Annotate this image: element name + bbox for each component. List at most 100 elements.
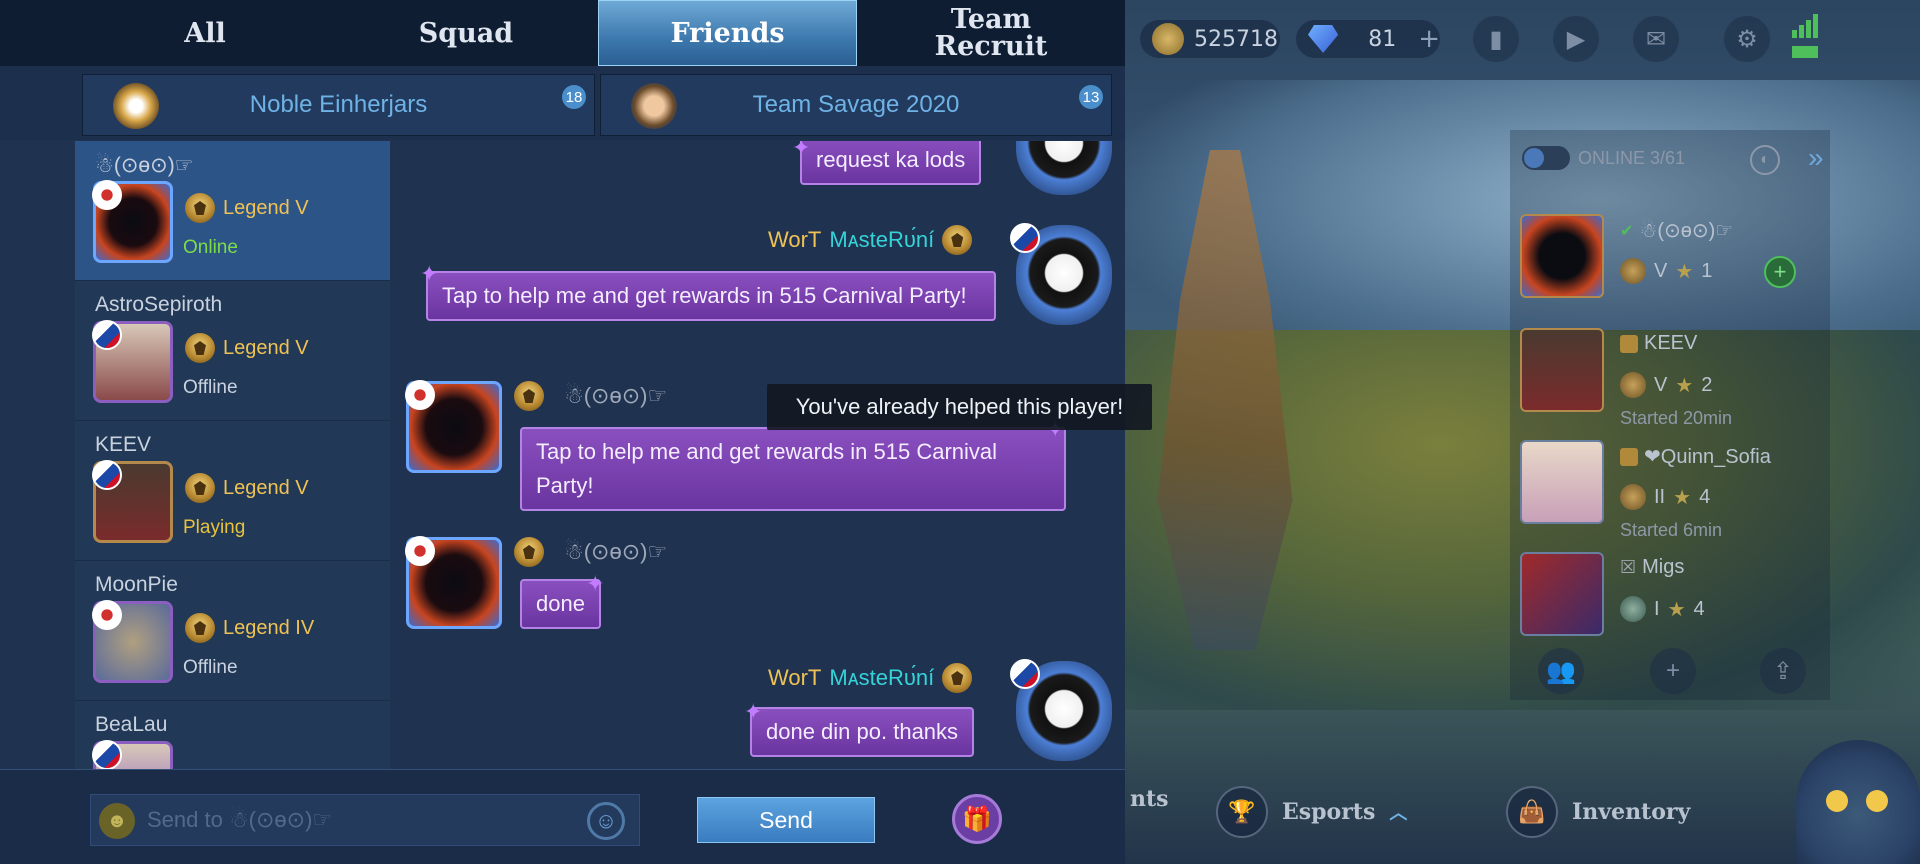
expand-icon[interactable]: » <box>1808 142 1824 174</box>
friend-list-item[interactable]: AstroSepiroth Legend V Offline <box>75 281 390 421</box>
unread-count: 18 <box>562 85 586 109</box>
message-sender: WorT MᴀsteRᴜ́ní <box>768 663 973 693</box>
rank-medal-icon <box>185 473 215 503</box>
tab-squad[interactable]: Squad <box>338 0 594 66</box>
philippines-flag-icon <box>92 740 122 769</box>
avatar <box>1520 552 1604 636</box>
friend-name: Migs <box>1642 556 1685 578</box>
add-diamond-icon[interactable]: + <box>1418 24 1440 54</box>
rank-medal-icon <box>185 613 215 643</box>
invite-button[interactable]: + <box>1764 256 1796 288</box>
team-emblem-icon <box>631 83 677 129</box>
sender-name-prefix: WorT <box>768 665 822 690</box>
sparkle-icon: ✦ <box>586 571 605 596</box>
chat-bubble[interactable]: Tap to help me and get rewards in 515 Ca… <box>520 427 1066 511</box>
unread-count: 13 <box>1079 85 1103 109</box>
mail-icon[interactable]: ✉ <box>1633 16 1679 62</box>
avatar <box>92 740 173 769</box>
friend-list-item[interactable]: BeaLau <box>75 701 390 769</box>
avatar <box>1520 440 1604 524</box>
korea-flag-icon <box>405 380 435 410</box>
rank-medal-icon <box>1620 484 1646 510</box>
tab-team-recruit[interactable]: Team Recruit <box>860 0 1122 66</box>
trophy-icon: 🏆 <box>1216 786 1268 838</box>
chat-messages: request ka lods ✦ WorT MᴀsteRᴜ́ní Tap t… <box>390 141 1125 769</box>
diamond-counter[interactable]: 81 + <box>1296 20 1440 58</box>
chat-bubble[interactable]: done din po. thanks <box>750 707 975 757</box>
friend-rank: Legend V <box>223 196 309 219</box>
chat-bubble[interactable]: Tap to help me and get rewards in 515 Ca… <box>426 271 996 321</box>
sparkle-icon: ✦ <box>420 261 439 286</box>
rank-medal-icon <box>942 225 973 255</box>
gear-icon[interactable]: ⚙ <box>1724 16 1770 62</box>
avatar <box>405 380 502 473</box>
share-icon[interactable]: ⇪ <box>1760 648 1806 694</box>
battery-icon <box>1792 46 1818 58</box>
avatar <box>1520 214 1604 298</box>
avatar <box>405 536 502 629</box>
gold-amount: 525718 <box>1194 26 1278 52</box>
group-tab-team-savage[interactable]: Team Savage 2020 13 <box>600 74 1112 136</box>
friend-status: Playing <box>183 517 246 538</box>
status-badge-icon <box>1620 334 1638 353</box>
sender-name-prefix: WorT <box>768 227 822 252</box>
avatar <box>1010 223 1112 325</box>
avatar <box>1016 141 1112 195</box>
philippines-flag-icon <box>92 460 122 490</box>
online-toggle[interactable] <box>1522 146 1570 170</box>
rank-medal-icon <box>1620 258 1646 284</box>
tab-friends[interactable]: Friends <box>598 0 857 66</box>
video-icon[interactable]: ▶ <box>1553 16 1599 62</box>
friend-rank: Legend V <box>223 476 309 499</box>
friend-list: ☃(⊙ɵ⊙)☞ Legend V Online AstroSepiroth Le… <box>75 141 390 769</box>
right-friend-item[interactable]: ❤Quinn_Sofia II ★ 4 Started 6min <box>1520 440 1820 546</box>
friend-stars: 4 <box>1693 597 1705 620</box>
online-check-icon: ✔ <box>1620 222 1634 240</box>
message-text: done din po. thanks <box>766 719 959 744</box>
send-button[interactable]: Send <box>697 797 875 843</box>
friend-list-item[interactable]: MoonPie Legend IV Offline <box>75 561 390 701</box>
sender-name-suffix: MᴀsteRᴜ́ní <box>829 665 935 690</box>
right-friend-item[interactable]: ☒ Migs I ★ 4 <box>1520 552 1820 658</box>
group-name: Team Savage 2020 <box>752 91 960 118</box>
add-friend-icon[interactable]: + <box>1650 648 1696 694</box>
sender-name: ☃(⊙ɵ⊙)☞ <box>564 383 668 408</box>
friend-list-item[interactable]: KEEV Legend V Playing <box>75 421 390 561</box>
chat-panel: All Squad Friends Team Recruit Noble Ein… <box>0 0 1125 864</box>
online-toggle-knob <box>1524 148 1544 168</box>
korea-flag-icon <box>92 600 122 630</box>
avatar <box>92 320 173 403</box>
chat-tabs: All Squad Friends Team Recruit <box>0 0 1125 66</box>
friend-stars: 1 <box>1701 259 1713 282</box>
tooltip: You've already helped this player! <box>767 384 1152 430</box>
group-tabs: Noble Einherjars 18 Team Savage 2020 13 <box>0 66 1125 140</box>
rank-medal-icon <box>942 663 973 693</box>
friend-stars: 4 <box>1699 485 1711 508</box>
nav-inventory[interactable]: 👜 Inventory <box>1506 786 1690 838</box>
right-friend-item[interactable]: KEEV V ★ 2 Started 20min <box>1520 328 1820 434</box>
friend-list-item[interactable]: ☃(⊙ɵ⊙)☞ Legend V Online <box>75 141 390 281</box>
avatar <box>92 460 173 543</box>
emoji-icon[interactable]: ☺ <box>587 802 625 840</box>
globe-icon[interactable]: ◐ <box>1750 145 1780 175</box>
friends-group-icon[interactable]: 👥 <box>1538 648 1584 694</box>
nav-esports[interactable]: 🏆 Esports ︿ <box>1216 786 1407 838</box>
avatar <box>1520 328 1604 412</box>
friend-name: ☃(⊙ɵ⊙)☞ <box>1639 220 1734 242</box>
gold-counter[interactable]: 525718 <box>1140 20 1280 58</box>
nav-label: Inventory <box>1572 799 1691 825</box>
signal-icon <box>1792 14 1818 38</box>
message-input[interactable]: ☻ Send to ☃(⊙ɵ⊙)☞ ☺ <box>90 794 640 846</box>
sender-name: ☃(⊙ɵ⊙)☞ <box>564 539 668 564</box>
chat-bubble[interactable]: request ka lods <box>800 141 982 185</box>
chat-input-bar: ☻ Send to ☃(⊙ɵ⊙)☞ ☺ Send 🎁 <box>0 769 1125 864</box>
mascot-character[interactable] <box>1796 740 1920 864</box>
friend-rank: II <box>1654 485 1666 508</box>
group-tab-noble-einherjars[interactable]: Noble Einherjars 18 <box>82 74 595 136</box>
tab-all[interactable]: All <box>82 0 328 66</box>
message-sender: ☃(⊙ɵ⊙)☞ <box>514 537 667 567</box>
right-friend-item[interactable]: ✔ ☃(⊙ɵ⊙)☞ V ★ 1 + <box>1520 214 1820 320</box>
message-text: done <box>536 591 585 616</box>
stats-icon[interactable]: ▮ <box>1473 16 1519 62</box>
gift-icon[interactable]: 🎁 <box>952 794 1002 844</box>
